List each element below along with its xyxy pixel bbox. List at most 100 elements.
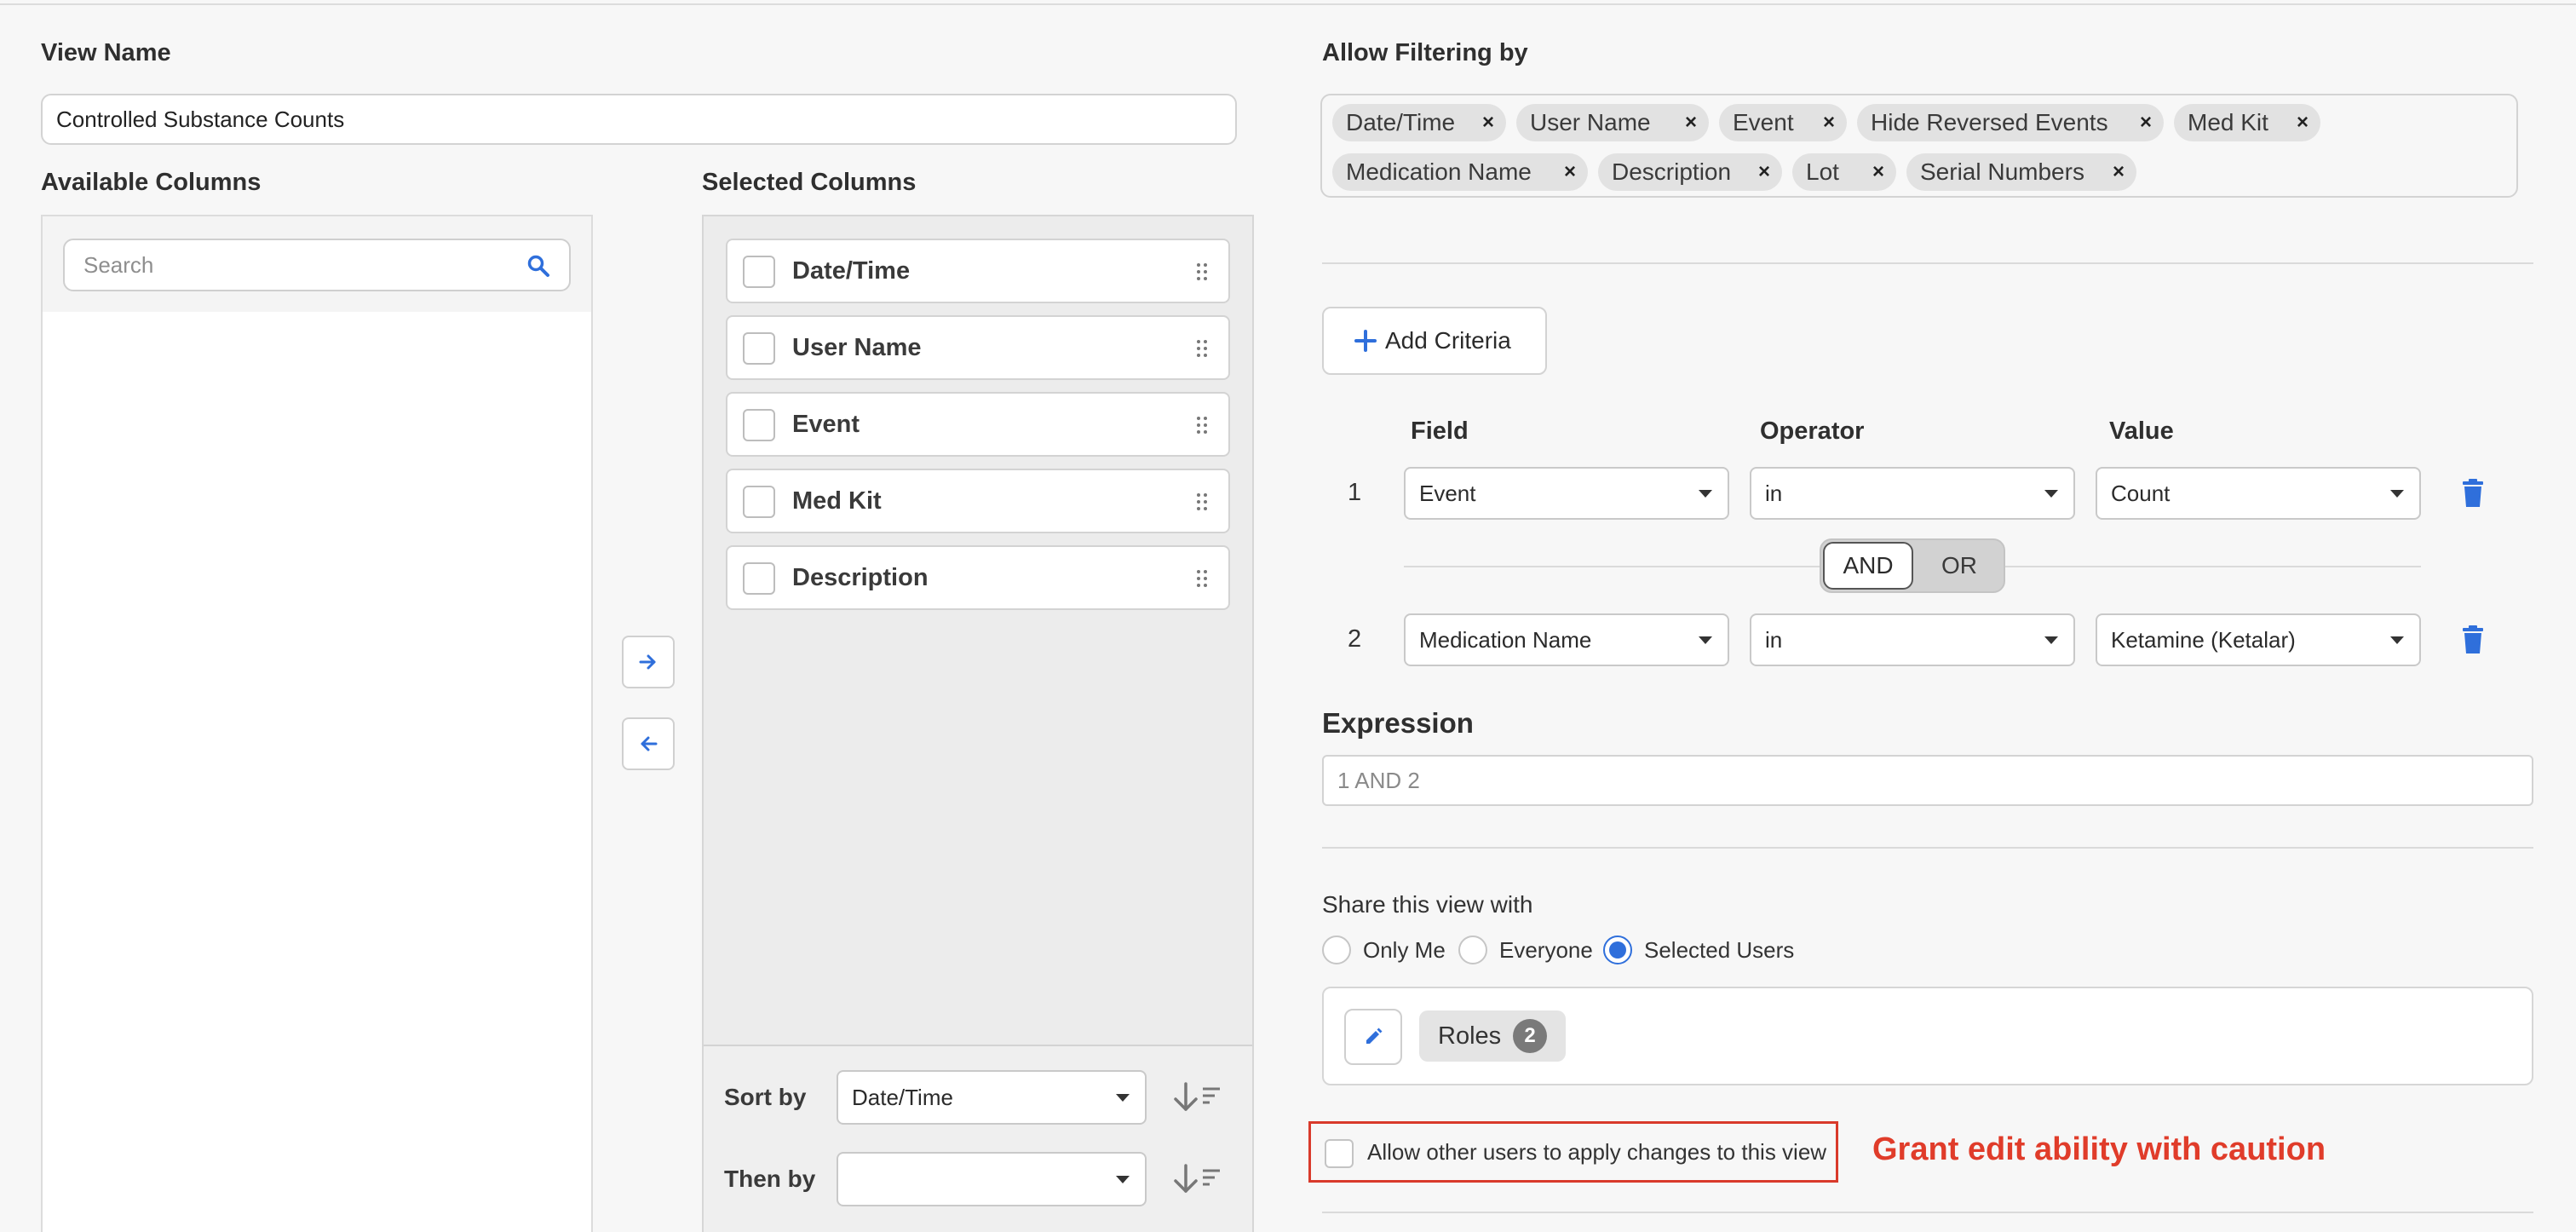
conjunction-line xyxy=(2005,566,2421,567)
search-field[interactable] xyxy=(63,239,571,291)
column-checkbox[interactable] xyxy=(743,256,775,288)
filter-chip: Med Kit × xyxy=(2174,104,2320,141)
filter-chip: Description × xyxy=(1598,153,1782,191)
view-name-label: View Name xyxy=(41,39,171,66)
add-criteria-button[interactable]: Add Criteria xyxy=(1322,307,1547,375)
criteria-field-select[interactable]: Event xyxy=(1404,467,1729,520)
roles-count-badge: 2 xyxy=(1513,1019,1547,1053)
chip-label: Date/Time xyxy=(1346,109,1456,135)
plus-icon xyxy=(1354,330,1377,352)
filtering-title: Allow Filtering by xyxy=(1322,39,1528,66)
allow-edit-checkbox[interactable] xyxy=(1325,1139,1354,1168)
trash-icon[interactable] xyxy=(2462,479,2484,508)
add-criteria-label: Add Criteria xyxy=(1385,327,1511,354)
column-label: User Name xyxy=(792,334,922,361)
share-users-box: Roles 2 xyxy=(1322,987,2533,1085)
criteria-operator-select[interactable]: in xyxy=(1750,613,2075,666)
move-left-button[interactable] xyxy=(622,717,675,770)
edit-warning-text: Grant edit ability with caution xyxy=(1872,1131,2326,1167)
roles-label: Roles xyxy=(1438,1022,1502,1050)
expression-input[interactable]: 1 AND 2 xyxy=(1322,755,2533,806)
selected-column-item[interactable]: User Name xyxy=(726,315,1230,380)
or-option[interactable]: OR xyxy=(1917,542,2002,590)
then-by-select[interactable] xyxy=(837,1152,1147,1206)
allow-edit-highlight: Allow other users to apply changes to th… xyxy=(1308,1121,1838,1183)
chip-label: Med Kit xyxy=(2188,109,2268,135)
column-label: Description xyxy=(792,564,929,591)
radio-everyone[interactable] xyxy=(1458,936,1487,964)
selected-column-item[interactable]: Med Kit xyxy=(726,469,1230,533)
selected-column-item[interactable]: Event xyxy=(726,392,1230,457)
remove-icon[interactable]: × xyxy=(1564,160,1576,184)
chip-label: Serial Numbers xyxy=(1920,158,2084,185)
radio-only-me[interactable] xyxy=(1322,936,1351,964)
column-checkbox[interactable] xyxy=(743,332,775,365)
criteria-value-select[interactable]: Ketamine (Ketalar) xyxy=(2096,613,2421,666)
available-columns-title: Available Columns xyxy=(41,169,262,196)
chip-label: Lot xyxy=(1806,158,1839,185)
criteria-operator-select[interactable]: in xyxy=(1750,467,2075,520)
criteria-value-select[interactable]: Count xyxy=(2096,467,2421,520)
conjunction-line xyxy=(1404,566,1820,567)
search-icon[interactable] xyxy=(526,254,550,278)
sort-by-select[interactable]: Date/Time xyxy=(837,1070,1147,1125)
filter-chips-box[interactable]: Date/Time × User Name × Event × Hide Revers… xyxy=(1320,94,2518,198)
remove-icon[interactable]: × xyxy=(2113,160,2125,184)
criteria-value-value: Ketamine (Ketalar) xyxy=(2111,626,2296,653)
remove-icon[interactable]: × xyxy=(1482,111,1494,135)
drag-handle-icon[interactable] xyxy=(1196,569,1208,588)
filter-chip: Event × xyxy=(1719,104,1847,141)
edit-roles-button[interactable] xyxy=(1344,1009,1402,1065)
value-header: Value xyxy=(2109,417,2174,445)
trash-icon[interactable] xyxy=(2462,625,2484,654)
conjunction-toggle[interactable]: AND OR xyxy=(1820,538,2005,593)
section-divider xyxy=(1322,1212,2533,1213)
remove-icon[interactable]: × xyxy=(1872,160,1884,184)
move-right-button[interactable] xyxy=(622,636,675,688)
then-by-label: Then by xyxy=(724,1166,816,1192)
sort-by-label: Sort by xyxy=(724,1084,807,1110)
filter-chip: Medication Name × xyxy=(1332,153,1588,191)
sort-icon[interactable] xyxy=(1170,1162,1223,1196)
radio-selected-users[interactable] xyxy=(1603,936,1632,964)
available-columns-toolbar xyxy=(43,216,591,312)
view-name-input[interactable]: Controlled Substance Counts xyxy=(41,94,1237,145)
available-columns-panel xyxy=(41,215,593,1232)
selected-column-item[interactable]: Description xyxy=(726,545,1230,610)
and-option[interactable]: AND xyxy=(1823,542,1913,590)
column-checkbox[interactable] xyxy=(743,486,775,518)
drag-handle-icon[interactable] xyxy=(1196,262,1208,281)
radio-label: Selected Users xyxy=(1644,937,1795,963)
criteria-operator-value: in xyxy=(1765,626,1783,653)
caret-down-icon xyxy=(2390,490,2404,498)
drag-handle-icon[interactable] xyxy=(1196,339,1208,358)
criteria-field-select[interactable]: Medication Name xyxy=(1404,613,1729,666)
chip-label: Hide Reversed Events xyxy=(1871,109,2108,135)
drag-handle-icon[interactable] xyxy=(1196,416,1208,435)
remove-icon[interactable]: × xyxy=(2297,111,2309,135)
chip-label: Event xyxy=(1733,109,1794,135)
caret-down-icon xyxy=(1699,636,1712,644)
chip-label: Medication Name xyxy=(1346,158,1532,185)
criteria-row-number: 1 xyxy=(1348,479,1362,506)
arrow-left-icon xyxy=(641,736,658,751)
column-checkbox[interactable] xyxy=(743,409,775,441)
sort-icon[interactable] xyxy=(1170,1080,1223,1114)
radio-label: Only Me xyxy=(1363,937,1446,963)
column-checkbox[interactable] xyxy=(743,562,775,595)
remove-icon[interactable]: × xyxy=(2140,111,2152,135)
remove-icon[interactable]: × xyxy=(1823,111,1835,135)
drag-handle-icon[interactable] xyxy=(1196,492,1208,511)
roles-chip[interactable]: Roles 2 xyxy=(1419,1010,1566,1062)
operator-header: Operator xyxy=(1760,417,1865,445)
section-divider xyxy=(1322,847,2533,849)
selected-columns-panel: Date/Time User Name Event Med Kit Descri… xyxy=(702,215,1254,1232)
remove-icon[interactable]: × xyxy=(1685,111,1697,135)
selected-column-item[interactable]: Date/Time xyxy=(726,239,1230,303)
filter-chip: Date/Time × xyxy=(1332,104,1506,141)
field-header: Field xyxy=(1411,417,1469,445)
search-input[interactable] xyxy=(65,240,569,290)
section-divider xyxy=(1322,262,2533,264)
remove-icon[interactable]: × xyxy=(1758,160,1770,184)
selected-columns-title: Selected Columns xyxy=(702,169,917,196)
